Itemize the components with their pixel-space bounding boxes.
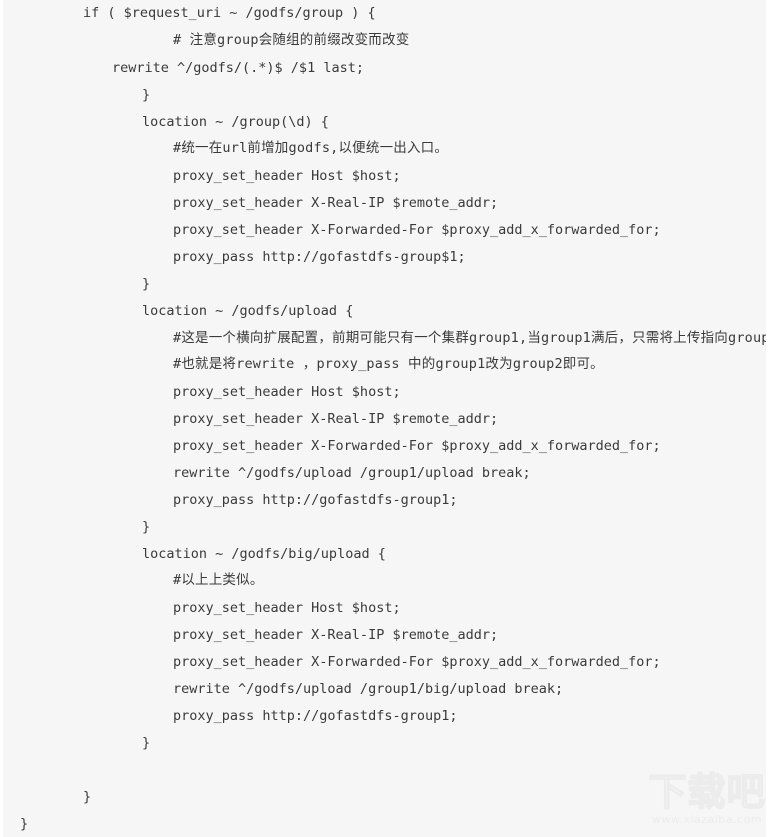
code-line: proxy_pass http://gofastdfs-group1; [173, 492, 458, 508]
code-line: } [142, 519, 151, 535]
code-line: proxy_set_header X-Real-IP $remote_addr; [173, 627, 499, 643]
code-screenshot-page: if ( $request_uri ~ /godfs/group ) { # 注意… [0, 0, 779, 837]
code-line: rewrite ^/godfs/(.*)$ /$1 last; [112, 60, 364, 76]
code-line: rewrite ^/godfs/upload /group1/big/uploa… [173, 681, 564, 697]
nginx-config-code-block: if ( $request_uri ~ /godfs/group ) { # 注意… [3, 0, 766, 837]
code-line: proxy_pass http://gofastdfs-group1; [173, 708, 458, 724]
code-line: } [20, 816, 29, 832]
code-line: proxy_set_header X-Forwarded-For $proxy_… [173, 222, 661, 238]
code-line: } [83, 789, 92, 805]
code-line: rewrite ^/godfs/upload /group1/upload br… [173, 465, 531, 481]
code-line: #这是一个横向扩展配置，前期可能只有一个集群group1,当group1满后，只… [173, 330, 766, 346]
code-line: proxy_set_header X-Real-IP $remote_addr; [173, 195, 499, 211]
code-line: proxy_set_header Host $host; [173, 384, 401, 400]
code-line: #统一在url前增加godfs,以便统一出入口。 [173, 140, 449, 156]
code-line: } [142, 276, 151, 292]
code-line: if ( $request_uri ~ /godfs/group ) { [83, 5, 376, 21]
code-line: proxy_set_header X-Real-IP $remote_addr; [173, 411, 499, 427]
code-line: #以上上类似。 [173, 572, 264, 588]
code-line: proxy_pass http://gofastdfs-group$1; [173, 249, 466, 265]
code-line: } [142, 87, 151, 103]
code-line: # 注意group会随组的前缀改变而改变 [173, 32, 410, 48]
code-line: proxy_set_header X-Forwarded-For $proxy_… [173, 654, 661, 670]
code-line: proxy_set_header Host $host; [173, 600, 401, 616]
code-line: } [142, 735, 151, 751]
code-line: location ~ /godfs/upload { [142, 303, 354, 319]
code-panel: if ( $request_uri ~ /godfs/group ) { # 注意… [3, 0, 766, 837]
code-line: location ~ /godfs/big/upload { [142, 546, 386, 562]
code-line: proxy_set_header Host $host; [173, 168, 401, 184]
code-line: #也就是将rewrite ，proxy_pass 中的group1改为group… [173, 356, 604, 372]
code-line: location ~ /group(\d) { [142, 114, 329, 130]
code-line: proxy_set_header X-Forwarded-For $proxy_… [173, 438, 661, 454]
